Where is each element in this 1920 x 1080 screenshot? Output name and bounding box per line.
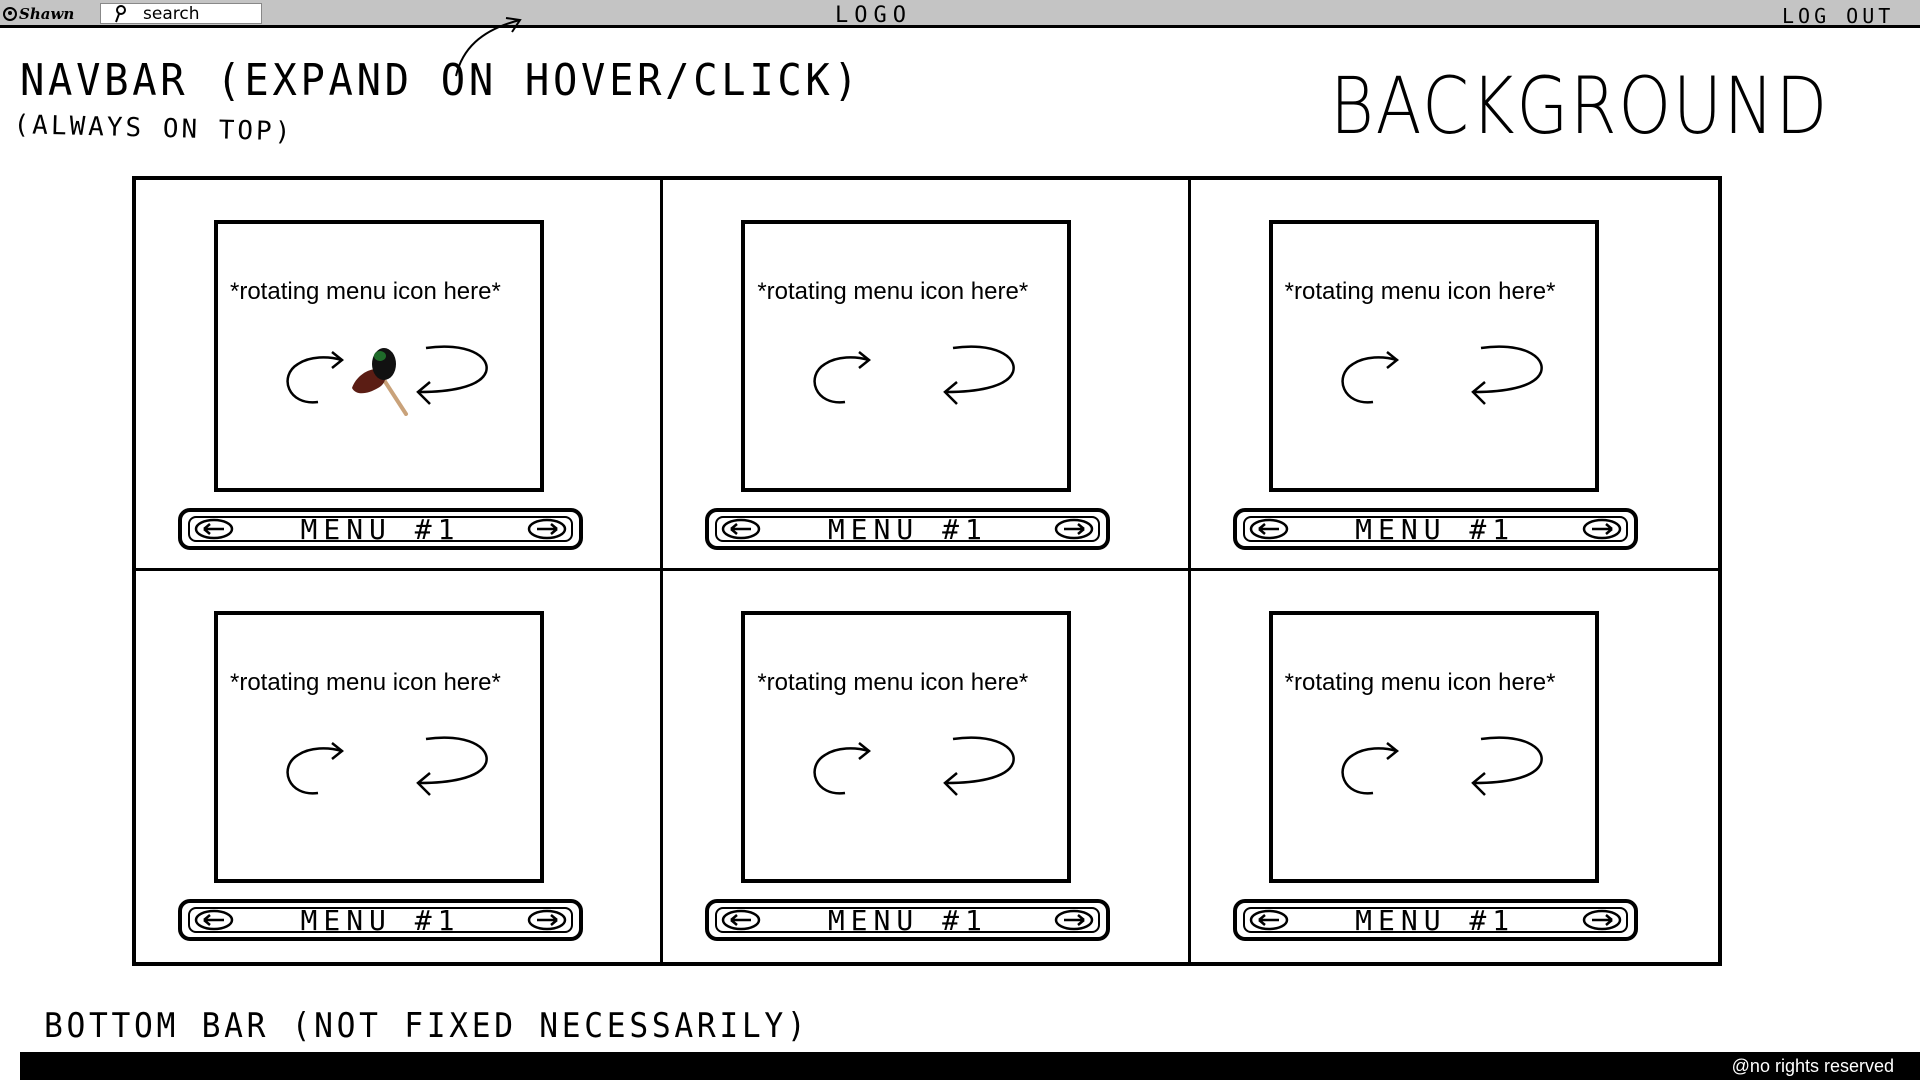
menu-tile: *rotating menu icon here* MENU #1: [1190, 180, 1718, 571]
menu-bar[interactable]: MENU #1: [705, 899, 1111, 941]
top-navbar: Shawn LOGO LOG OUT: [0, 0, 1920, 28]
user-badge[interactable]: Shawn: [3, 3, 74, 25]
arrow-left-icon[interactable]: [721, 908, 761, 932]
menu-tile: *rotating menu icon here* MENU #1: [136, 571, 664, 962]
menu-bar[interactable]: MENU #1: [178, 899, 583, 941]
tile-label: *rotating menu icon here*: [230, 669, 501, 696]
hand-cursor-icon: [352, 348, 408, 416]
arrow-left-icon[interactable]: [1249, 908, 1289, 932]
tile-preview[interactable]: *rotating menu icon here*: [741, 611, 1072, 883]
curved-arrow-right-icon: [416, 736, 488, 796]
menu-bar[interactable]: MENU #1: [178, 508, 583, 550]
arrow-right-icon[interactable]: [1054, 517, 1094, 541]
copyright-text: @no rights reserved: [1731, 1056, 1894, 1076]
tile-preview[interactable]: *rotating menu icon here*: [1268, 220, 1599, 492]
background-annotation: BACKGROUND: [1330, 62, 1829, 152]
tile-preview[interactable]: *rotating menu icon here*: [214, 220, 544, 492]
curved-arrow-right-icon: [1470, 345, 1543, 405]
menu-label: MENU #1: [827, 903, 988, 937]
always-on-top-annotation: (ALWAYS ON TOP): [13, 110, 294, 148]
menu-bar[interactable]: MENU #1: [705, 508, 1111, 550]
arrow-left-icon[interactable]: [194, 517, 234, 541]
menu-bar[interactable]: MENU #1: [1232, 508, 1638, 550]
tile-label: *rotating menu icon here*: [230, 278, 501, 305]
tile-label: *rotating menu icon here*: [757, 669, 1029, 696]
tile-label: *rotating menu icon here*: [1284, 669, 1556, 696]
curved-arrow-left-icon: [286, 742, 345, 795]
menu-tile: *rotating menu icon here* MENU #1: [136, 180, 664, 571]
menu-bar[interactable]: MENU #1: [1232, 899, 1638, 941]
curved-arrow-right-icon: [416, 345, 488, 405]
menu-tile: *rotating menu icon here* MENU #1: [1191, 571, 1718, 962]
curved-arrow-right-icon: [943, 736, 1016, 796]
curved-arrow-left-icon: [813, 742, 872, 795]
tile-label: *rotating menu icon here*: [757, 278, 1029, 305]
arrow-right-icon[interactable]: [527, 908, 567, 932]
arrow-right-icon[interactable]: [1582, 517, 1622, 541]
logo[interactable]: LOGO: [835, 4, 912, 28]
search-box: [100, 3, 262, 24]
bottom-bar-annotation: BOTTOM BAR (NOT FIXED NECESSARILY): [44, 1006, 810, 1046]
arrow-left-icon[interactable]: [721, 517, 761, 541]
curved-arrow-left-icon: [1341, 351, 1399, 404]
search-input[interactable]: [143, 3, 253, 24]
arrow-right-icon[interactable]: [1582, 908, 1622, 932]
arrow-left-icon[interactable]: [194, 908, 234, 932]
search-icon: [115, 4, 126, 22]
curved-arrow-right-icon: [943, 345, 1016, 405]
curved-arrow-right-icon: [1470, 736, 1543, 796]
tile-label: *rotating menu icon here*: [1284, 278, 1556, 305]
arrow-left-icon[interactable]: [1249, 517, 1289, 541]
menu-label: MENU #1: [827, 512, 988, 546]
navbar-annotation: NAVBAR (EXPAND ON HOVER/CLICK): [20, 55, 862, 106]
logout-button[interactable]: LOG OUT: [1782, 4, 1894, 28]
menu-label: MENU #1: [1355, 903, 1516, 937]
curved-arrow-left-icon: [813, 351, 872, 404]
tile-preview[interactable]: *rotating menu icon here*: [1268, 611, 1599, 883]
menu-label: MENU #1: [300, 903, 461, 937]
tile-preview[interactable]: *rotating menu icon here*: [741, 220, 1072, 492]
menu-label: MENU #1: [300, 512, 461, 546]
menu-label: MENU #1: [1355, 512, 1516, 546]
arrow-right-icon[interactable]: [527, 517, 567, 541]
menu-tile: *rotating menu icon here* MENU #1: [663, 571, 1191, 962]
menu-tile: *rotating menu icon here* MENU #1: [663, 176, 1191, 571]
wireframe-page: Shawn LOGO LOG OUT NAVBAR (EXPAND ON HOV…: [0, 0, 1920, 1080]
tile-preview[interactable]: *rotating menu icon here*: [214, 611, 544, 883]
avatar-icon: [3, 7, 17, 21]
user-name: Shawn: [19, 5, 75, 23]
arrow-right-icon[interactable]: [1054, 908, 1094, 932]
bottom-bar: @no rights reserved: [20, 1052, 1920, 1080]
curved-arrow-left-icon: [1341, 742, 1399, 795]
menu-grid: *rotating menu icon here* MENU #1 *rotat…: [132, 176, 1722, 966]
